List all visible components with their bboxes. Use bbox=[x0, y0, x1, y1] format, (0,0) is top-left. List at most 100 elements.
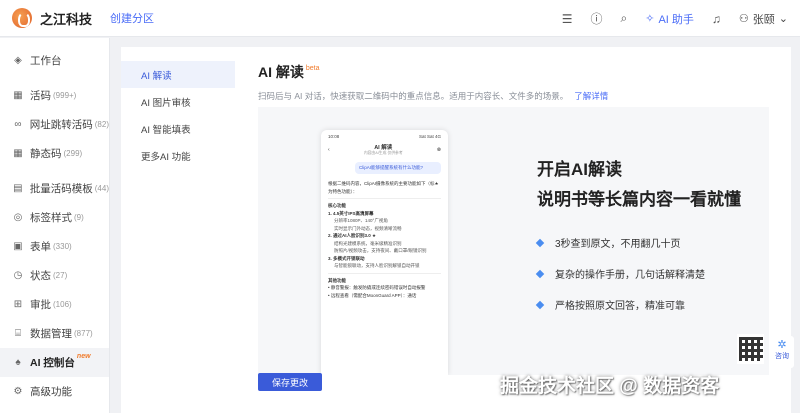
user-icon: ⚇ bbox=[738, 13, 749, 25]
search-icon[interactable]: ⌕ bbox=[621, 11, 628, 26]
answer-detail: • 远程查看（需配合MoonGuard APP）：通话 bbox=[328, 292, 417, 298]
promo-bullet: 3秒查到原文，不用翻几十页 bbox=[537, 235, 741, 250]
sidebar-item-count: (82) bbox=[94, 120, 109, 129]
sidebar-item-count: (106) bbox=[53, 300, 72, 309]
ai-assistant-label: AI 助手 bbox=[658, 13, 694, 26]
sidebar-item-form[interactable]: ▣ 表单 (330) bbox=[0, 232, 109, 261]
status-icon: ◷ bbox=[13, 270, 23, 281]
promo-bullet: 严格按照原文回答，精准可靠 bbox=[537, 297, 741, 312]
feature-banner: 10:08 Sat Sat 4G ‹ AI 解读 内容由AI生成 仅供参考 ⊗ … bbox=[258, 107, 769, 375]
sidebar-item-count: (999+) bbox=[53, 91, 77, 100]
qr-code-icon bbox=[738, 337, 763, 361]
subnav-ai-interpret[interactable]: AI 解读 bbox=[121, 61, 235, 88]
phone-answer: 根据二维码内容，ClipAI摄像系统的主要功能如下（标★为特色功能）： 核心功能… bbox=[328, 180, 441, 299]
sidebar-item-count: (27) bbox=[53, 271, 68, 280]
answer-detail: • 静音警报：触发防撬或连续密码错误时自动报警 bbox=[328, 285, 426, 290]
watermark: 掘金技术社区 @ 数据资客 bbox=[500, 376, 720, 397]
sidebar-item-status[interactable]: ◷ 状态 (27) bbox=[0, 261, 109, 290]
star-icon: ✲ bbox=[777, 339, 787, 351]
sidebar-item-advanced[interactable]: ⚙ 高级功能 bbox=[0, 377, 109, 406]
page-title-text: AI 解读 bbox=[258, 64, 304, 80]
subnav-more-ai[interactable]: 更多AI 功能 bbox=[121, 142, 235, 169]
settings-icon: ⚙ bbox=[13, 386, 23, 397]
answer-detail: 与智能锁联动，支持人脸识别解锁自动开锁 bbox=[334, 263, 420, 268]
sidebar: ◈ 工作台 ▦ 活码 (999+) ∞ 网址跳转活码 (82) ▦ 静态码 (2… bbox=[0, 38, 110, 413]
main-panel: AI 解读 AI 图片审核 AI 智能填表 更多AI 功能 AI 解读 beta … bbox=[121, 47, 791, 413]
promo-text: 开启AI解读 说明书等长篇内容一看就懂 3秒查到原文，不用翻几十页 复杂的操作手… bbox=[537, 155, 741, 328]
page-description: 扫码后与 AI 对话，快速获取二维码中的重点信息。适用于内容长、文件多的场景。了… bbox=[258, 90, 778, 102]
qr-code-widget[interactable] bbox=[737, 334, 764, 364]
learn-more-link[interactable]: 了解详情 bbox=[574, 91, 608, 101]
ai-icon: ♠ bbox=[15, 357, 21, 368]
promo-heading-2: 说明书等长篇内容一看就懂 bbox=[537, 190, 741, 209]
phone-header: ‹ AI 解读 内容由AI生成 仅供参考 ⊗ bbox=[328, 143, 441, 156]
link-icon: ∞ bbox=[14, 119, 22, 130]
sidebar-item-label: 批量活码模板 bbox=[29, 183, 93, 195]
content-area: AI 解读 beta 扫码后与 AI 对话，快速获取二维码中的重点信息。适用于内容… bbox=[258, 62, 778, 375]
bell-icon[interactable]: ♫ bbox=[712, 12, 721, 26]
answer-detail: 分辨率1080P、140°广视角 bbox=[334, 218, 388, 223]
sidebar-item-count: (299) bbox=[63, 149, 83, 158]
tag-icon: ◎ bbox=[13, 212, 23, 223]
top-header: 之江科技 创建分区 ☰ ⓘ ⌕ ✧ AI 助手 ♫ ⚇ 张颐 ⌄ bbox=[0, 0, 800, 37]
phone-preview: 10:08 Sat Sat 4G ‹ AI 解读 内容由AI生成 仅供参考 ⊗ … bbox=[321, 130, 448, 375]
description-text: 扫码后与 AI 对话，快速获取二维码中的重点信息。适用于内容长、文件多的场景。 bbox=[258, 91, 569, 101]
promo-bullet: 复杂的操作手册，几句话解释清楚 bbox=[537, 266, 741, 281]
sidebar-item-tag-style[interactable]: ◎ 标签样式 (9) bbox=[0, 203, 109, 232]
sidebar-item-label: 表单 bbox=[30, 241, 51, 253]
phone-subtitle: 内容由AI生成 仅供参考 bbox=[363, 151, 403, 155]
answer-detail: 结构光建模系统，毫米级精准识别 bbox=[334, 240, 402, 246]
template-icon: ▤ bbox=[13, 183, 23, 194]
subnav-ai-image-review[interactable]: AI 图片审核 bbox=[121, 88, 235, 115]
sidebar-item-ai-console[interactable]: ♠ AI 控制台 new bbox=[0, 348, 109, 377]
answer-point: 2. 通过AI人脸识别3.0 ★ bbox=[328, 233, 377, 238]
sidebar-item-live-code[interactable]: ▦ 活码 (999+) bbox=[0, 81, 109, 110]
brand-logo-icon bbox=[12, 8, 32, 28]
consult-button[interactable]: ✲ 咨询 bbox=[770, 336, 794, 368]
phone-question-bubble: ClipAI能够提醒系统有什么功能? bbox=[355, 162, 441, 174]
answer-point: 1. 4.5英寸IPS高清屏幕 bbox=[328, 210, 374, 216]
help-icon[interactable]: ⓘ bbox=[590, 10, 602, 27]
grid-icon: ▦ bbox=[13, 90, 23, 101]
sidebar-item-count: (877) bbox=[74, 329, 93, 338]
grid-icon: ▦ bbox=[13, 148, 23, 159]
close-icon: ⊗ bbox=[436, 146, 441, 153]
page-title: AI 解读 beta bbox=[258, 62, 778, 82]
beta-badge: beta bbox=[305, 65, 320, 72]
data-icon: ⌸ bbox=[15, 328, 21, 339]
sidebar-item-data-management[interactable]: ⌸ 数据管理 (877) bbox=[0, 319, 109, 348]
answer-detail: 实时显示门外动态，视频清晰流畅 bbox=[334, 225, 402, 231]
back-icon: ‹ bbox=[328, 146, 330, 153]
logo[interactable]: 之江科技 bbox=[0, 8, 110, 28]
answer-intro: 根据二维码内容，ClipAI摄像系统的主要功能如下（标★为特色功能）： bbox=[328, 181, 439, 194]
form-icon: ▣ bbox=[13, 241, 23, 252]
sidebar-item-static-code[interactable]: ▦ 静态码 (299) bbox=[0, 139, 109, 168]
sidebar-item-count: (330) bbox=[53, 242, 72, 251]
user-name: 张颐 bbox=[752, 13, 775, 26]
sidebar-item-label: 标签样式 bbox=[30, 212, 72, 224]
cube-icon: ◈ bbox=[14, 55, 22, 66]
sidebar-item-batch-template[interactable]: ▤ 批量活码模板 (44) bbox=[0, 174, 109, 203]
save-button[interactable]: 保存更改 bbox=[258, 373, 322, 391]
answer-detail: 防照片/视频攻击，支持夜间、戴口罩/眼镜识别 bbox=[334, 248, 427, 253]
consult-label: 咨询 bbox=[775, 353, 789, 360]
user-menu[interactable]: ⚇ 张颐 ⌄ bbox=[739, 11, 788, 27]
sidebar-item-count: (44) bbox=[94, 184, 109, 193]
ai-subnav: AI 解读 AI 图片审核 AI 智能填表 更多AI 功能 bbox=[121, 61, 235, 169]
menu-icon[interactable]: ☰ bbox=[562, 12, 573, 26]
sidebar-item-label: 数据管理 bbox=[30, 328, 72, 340]
sidebar-item-label: 静态码 bbox=[30, 148, 62, 160]
sidebar-item-approval[interactable]: ⊞ 审批 (106) bbox=[0, 290, 109, 319]
answer-section: 其他功能 bbox=[328, 277, 346, 283]
sidebar-item-count: (9) bbox=[74, 213, 84, 222]
phone-title: AI 解读 bbox=[374, 145, 393, 151]
ai-assistant-button[interactable]: ✧ AI 助手 bbox=[645, 11, 694, 27]
sidebar-item-workbench[interactable]: ◈ 工作台 bbox=[0, 46, 109, 75]
promo-heading-1: 开启AI解读 bbox=[537, 160, 622, 179]
create-partition-link[interactable]: 创建分区 bbox=[110, 10, 154, 26]
sidebar-item-label: 工作台 bbox=[30, 55, 62, 67]
sidebar-item-label: 审批 bbox=[30, 299, 51, 311]
phone-signal: Sat Sat 4G bbox=[418, 134, 441, 139]
subnav-ai-form-fill[interactable]: AI 智能填表 bbox=[121, 115, 235, 142]
sidebar-item-url-code[interactable]: ∞ 网址跳转活码 (82) bbox=[0, 110, 109, 139]
